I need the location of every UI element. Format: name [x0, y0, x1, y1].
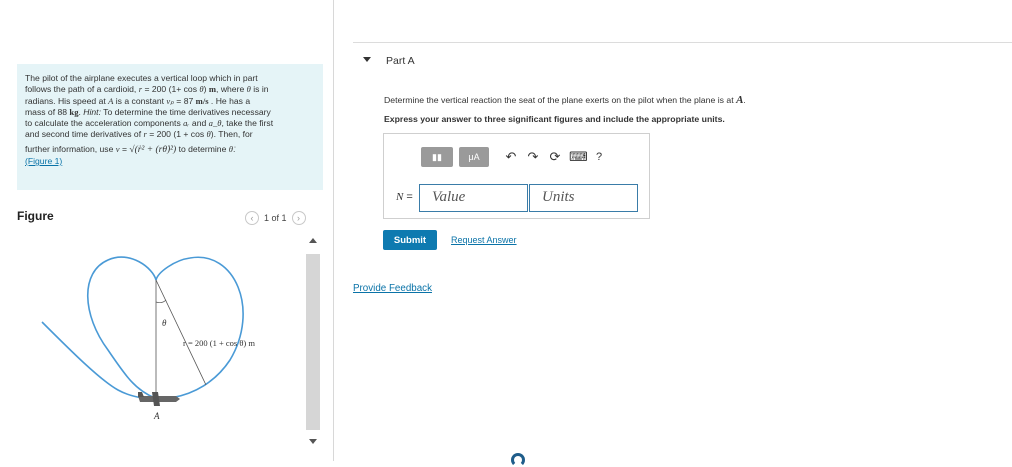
- instructions-text: Express your answer to three significant…: [384, 114, 725, 124]
- prev-figure-button[interactable]: ‹: [245, 211, 259, 225]
- figure-pager: ‹ 1 of 1 ›: [245, 211, 306, 225]
- figure-link-row: (Figure 1): [25, 156, 315, 167]
- scroll-track[interactable]: [306, 254, 320, 430]
- scroll-up-arrow-icon[interactable]: [309, 238, 317, 243]
- panel-divider: [333, 0, 334, 461]
- submit-button[interactable]: Submit: [383, 230, 437, 250]
- templates-button[interactable]: ▮▮: [421, 147, 453, 167]
- units-icon: μA: [468, 152, 480, 162]
- theta-label: θ: [162, 318, 167, 328]
- problem-line-2: follows the path of a cardioid, r = 200 …: [25, 84, 269, 95]
- problem-line-1: The pilot of the airplane executes a ver…: [25, 73, 258, 83]
- templates-icon: ▮▮: [432, 151, 442, 162]
- point-a-label: A: [153, 411, 160, 421]
- chevron-right-icon: ›: [297, 213, 301, 223]
- provide-feedback-link[interactable]: Provide Feedback: [353, 283, 432, 294]
- airplane-icon: [138, 392, 180, 406]
- help-icon[interactable]: ?: [591, 151, 607, 163]
- units-input[interactable]: Units: [529, 184, 638, 212]
- figure-title: Figure: [17, 209, 54, 223]
- undo-icon[interactable]: ↶: [503, 149, 519, 165]
- chevron-left-icon: ‹: [250, 213, 254, 223]
- reset-icon[interactable]: ⟳: [547, 149, 563, 165]
- problem-line-4: mass of 88 kg. Hint: To determine the ti…: [25, 106, 271, 117]
- cardioid-path: [41, 256, 244, 400]
- keyboard-icon[interactable]: ⌨: [569, 149, 588, 165]
- part-title[interactable]: Part A: [386, 55, 415, 67]
- figure-link[interactable]: (Figure 1): [25, 156, 62, 166]
- loading-icon: [511, 453, 525, 467]
- radius-line: [155, 279, 207, 386]
- math-toolbar: ▮▮ μA ↶ ↷ ⟳ ⌨ ?: [421, 147, 607, 167]
- scroll-down-arrow-icon[interactable]: [309, 439, 317, 444]
- next-figure-button[interactable]: ›: [291, 211, 306, 225]
- answer-box: ▮▮ μA ↶ ↷ ⟳ ⌨ ? N = Value Units: [383, 133, 650, 219]
- part-divider: [353, 42, 1012, 43]
- figure-page-count: 1 of 1: [264, 213, 287, 223]
- cardioid-figure: θ r = 200 (1 + cos θ) m A: [41, 256, 255, 421]
- redo-icon[interactable]: ↷: [525, 149, 541, 165]
- request-answer-link[interactable]: Request Answer: [451, 235, 517, 245]
- figure-scrollbar[interactable]: [306, 238, 320, 444]
- question-text: Determine the vertical reaction the seat…: [384, 94, 746, 106]
- problem-line-6: and second time derivatives of r = 200 (…: [25, 129, 253, 140]
- problem-line-7: further information, use v = √(ṙ² + (rθ̇…: [25, 143, 236, 155]
- units-button[interactable]: μA: [459, 147, 489, 167]
- problem-statement: The pilot of the airplane executes a ver…: [17, 64, 323, 190]
- radius-label: r = 200 (1 + cos θ) m: [183, 338, 255, 348]
- theta-arc: [155, 299, 167, 304]
- problem-line-5: to calculate the acceleration components…: [25, 118, 274, 129]
- collapse-caret-icon[interactable]: [363, 57, 371, 62]
- problem-line-3: radians. His speed at A is a constant vₚ…: [25, 95, 251, 106]
- value-input[interactable]: Value: [419, 184, 528, 212]
- answer-variable: N =: [396, 191, 413, 203]
